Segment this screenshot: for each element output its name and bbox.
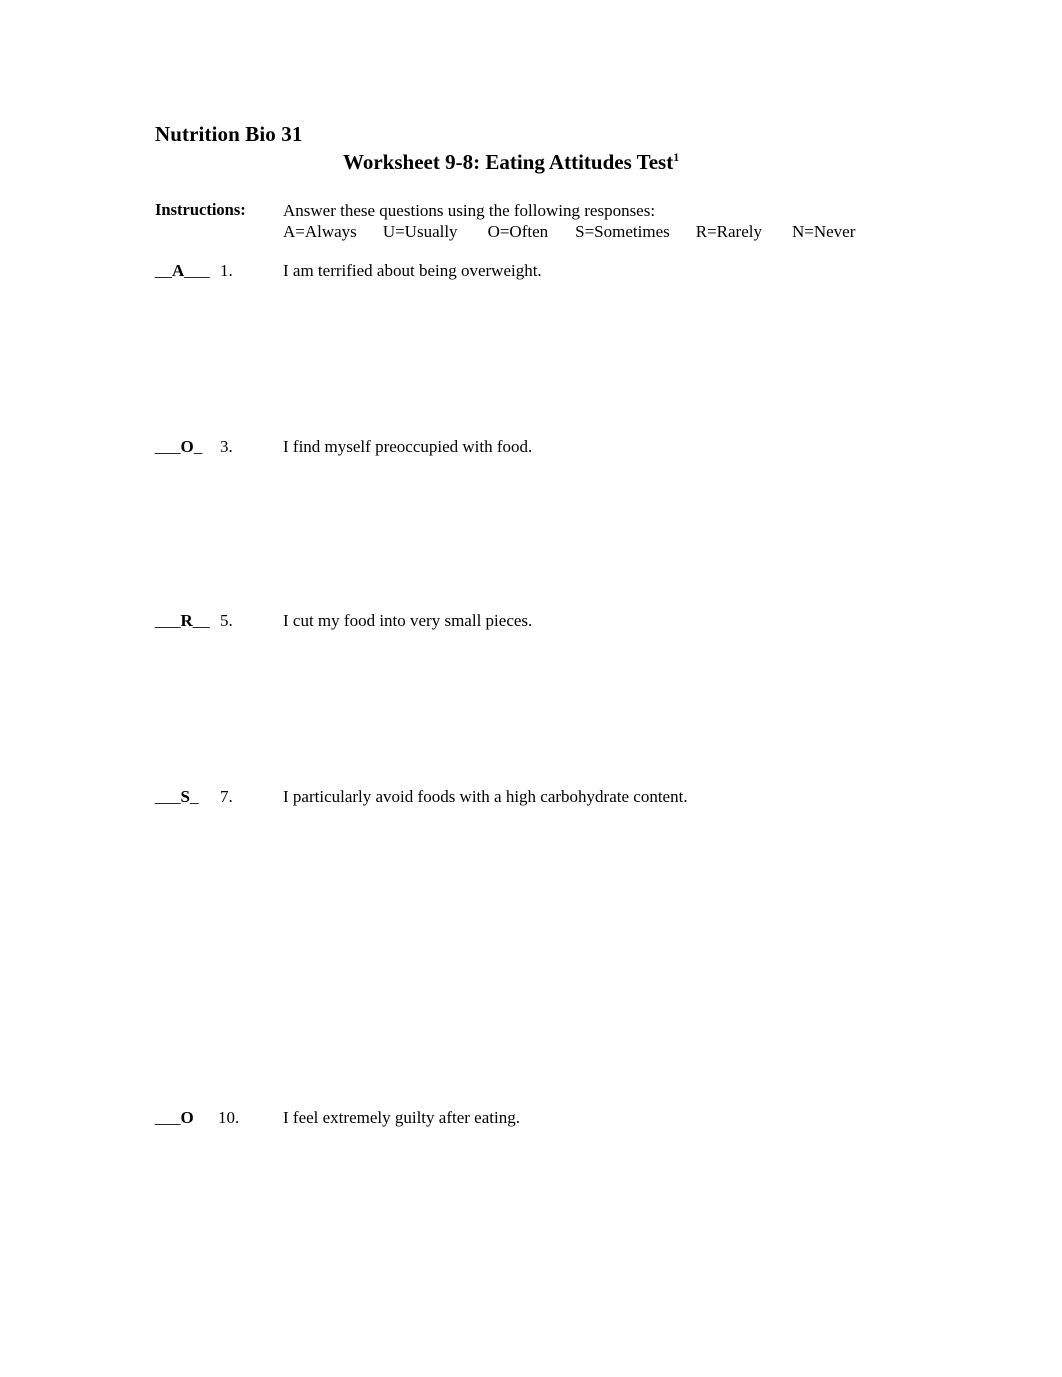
question-number: 7. — [220, 787, 233, 806]
answer-value: S — [180, 787, 190, 806]
answer-value: O — [180, 437, 194, 456]
answer-rule-before: ___ — [155, 1108, 181, 1127]
worksheet-title-footnote-marker: 1 — [673, 150, 680, 164]
question-text: I feel extremely guilty after eating. — [283, 1108, 520, 1127]
answer-blank[interactable]: __A___ — [155, 260, 210, 282]
question-number: 3. — [220, 437, 233, 456]
question-text: I particularly avoid foods with a high c… — [283, 787, 688, 806]
answer-rule-before: __ — [155, 261, 172, 280]
question-text: I find myself preoccupied with food. — [283, 437, 533, 456]
legend-item-never: N=Never — [792, 222, 856, 241]
answer-blank[interactable]: ___O_ — [155, 436, 202, 458]
worksheet-title: Worksheet 9-8: Eating Attitudes Test1 — [343, 150, 679, 175]
answer-rule-after: __ — [192, 611, 210, 630]
answer-rule-after: ___ — [184, 261, 210, 280]
course-title: Nutrition Bio 31 — [155, 122, 303, 146]
worksheet-page: Nutrition Bio 31 Worksheet 9-8: Eating A… — [0, 0, 1062, 1377]
answer-value: A — [172, 261, 185, 280]
answer-rule-before: ___ — [155, 611, 181, 630]
question-number: 1. — [220, 261, 233, 280]
instructions-body: Answer these questions using the followi… — [283, 200, 1013, 242]
question-text: I am terrified about being overweight. — [283, 261, 542, 280]
question-row: ___O 10. I feel extremely guilty after e… — [155, 1107, 1035, 1131]
legend-item-sometimes: S=Sometimes — [575, 222, 670, 241]
question-row: ___O_ 3. I find myself preoccupied with … — [155, 436, 1035, 460]
answer-rule-before: ___ — [155, 787, 181, 806]
response-legend: A=Always U=Usually O=Often S=Sometimes R=Rar… — [283, 221, 1013, 242]
question-row: ___R__ 5. I cut my food into very small … — [155, 610, 1035, 634]
legend-item-often: O=Often — [487, 222, 549, 241]
question-number: 5. — [220, 611, 233, 630]
instructions-label: Instructions: — [155, 200, 246, 219]
answer-blank[interactable]: ___R__ — [155, 610, 210, 632]
worksheet-title-text: Worksheet 9-8: Eating Attitudes Test — [343, 150, 674, 174]
question-row: ___S_ 7. I particularly avoid foods with… — [155, 786, 1035, 810]
legend-item-always: A=Always — [283, 222, 357, 241]
answer-blank[interactable]: ___O — [155, 1107, 194, 1129]
answer-rule-before: ___ — [155, 437, 181, 456]
instructions-lead-text: Answer these questions using the followi… — [283, 201, 656, 220]
question-row: __A___ 1. I am terrified about being ove… — [155, 260, 1035, 284]
question-number: 10. — [218, 1108, 240, 1127]
legend-item-usually: U=Usually — [382, 222, 458, 241]
answer-rule-after: _ — [193, 437, 203, 456]
answer-value: O — [180, 1108, 194, 1127]
answer-blank[interactable]: ___S_ — [155, 786, 198, 808]
answer-rule-after: _ — [189, 787, 199, 806]
question-text: I cut my food into very small pieces. — [283, 611, 533, 630]
legend-item-rarely: R=Rarely — [695, 222, 762, 241]
answer-value: R — [180, 611, 193, 630]
